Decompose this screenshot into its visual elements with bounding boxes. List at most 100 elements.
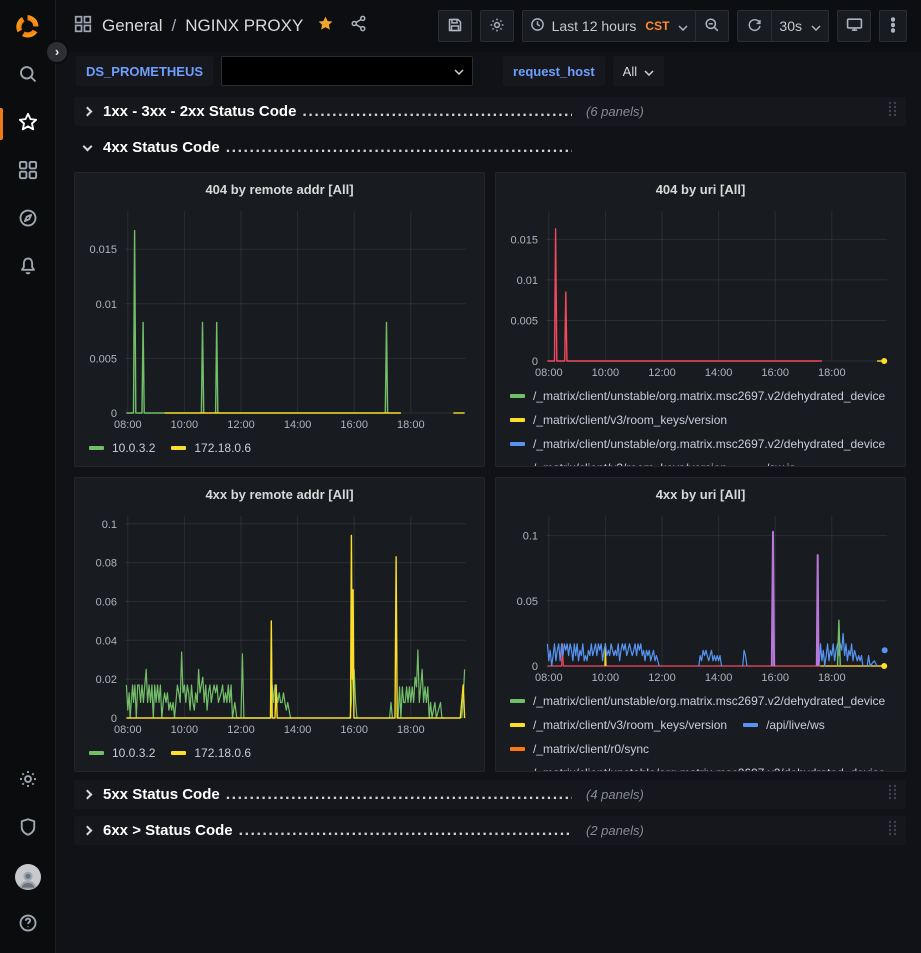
share-icon[interactable] xyxy=(350,15,367,37)
row-header-4xx[interactable]: 4xx Status Code xyxy=(74,133,906,162)
row-leader-dots xyxy=(302,103,572,121)
dashboard-canvas: 1xx - 3xx - 2xx Status Code (6 panels) 4… xyxy=(56,90,921,953)
drag-handle-icon[interactable] xyxy=(887,100,898,123)
legend-item[interactable]: /_matrix/client/unstable/org.matrix.msc2… xyxy=(510,689,885,713)
row-panel-count: (4 panels) xyxy=(586,787,644,802)
time-range-picker[interactable]: Last 12 hours CST xyxy=(522,10,696,42)
drag-handle-icon[interactable] xyxy=(887,783,898,806)
legend-swatch xyxy=(171,751,186,755)
cycle-view-mode-button[interactable] xyxy=(837,10,871,42)
legend-item[interactable]: 172.18.0.6 xyxy=(171,741,251,765)
svg-text:10:00: 10:00 xyxy=(171,724,199,736)
row-header-1xx-3xx-2xx[interactable]: 1xx - 3xx - 2xx Status Code (6 panels) xyxy=(74,97,906,126)
time-series-chart[interactable]: 08:0010:0012:0014:0016:0018:0000.050.1 xyxy=(504,508,897,684)
sidebar-item-dashboards[interactable] xyxy=(0,148,55,196)
panel-title[interactable]: 404 by remote addr [All] xyxy=(83,173,476,203)
row-title: 1xx - 3xx - 2xx Status Code xyxy=(103,103,296,120)
variable-label-ds-prometheus[interactable]: DS_PROMETHEUS xyxy=(76,56,213,86)
legend-item[interactable]: /_matrix/client/v3/room_keys/version xyxy=(510,456,727,466)
legend-item[interactable]: /_matrix/client/unstable/org.matrix.msc2… xyxy=(510,384,885,408)
refresh-interval-picker[interactable]: 30s xyxy=(771,10,829,42)
apps-grid-icon xyxy=(18,160,38,185)
sidebar-item-profile[interactable] xyxy=(0,853,55,901)
sidebar-item-help[interactable] xyxy=(0,901,55,949)
svg-text:0.1: 0.1 xyxy=(102,519,117,531)
svg-text:0.01: 0.01 xyxy=(517,275,538,287)
sidebar-item-server-admin[interactable] xyxy=(0,805,55,853)
tv-icon xyxy=(846,16,863,36)
legend-item[interactable]: /_matrix/client/v3/room_keys/version xyxy=(510,713,727,737)
legend-label: 10.0.3.2 xyxy=(112,746,155,760)
row-header-6xx[interactable]: 6xx > Status Code (2 panels) xyxy=(74,816,906,845)
kebab-menu-button[interactable] xyxy=(879,10,907,42)
legend-swatch xyxy=(510,442,525,446)
legend-label: /_matrix/client/v3/room_keys/version xyxy=(533,718,727,732)
legend-item[interactable]: /sw.js xyxy=(743,456,795,466)
time-controls: Last 12 hours CST xyxy=(522,10,730,42)
svg-text:18:00: 18:00 xyxy=(397,419,425,431)
svg-text:10:00: 10:00 xyxy=(592,672,620,684)
svg-text:0.06: 0.06 xyxy=(96,597,117,609)
svg-text:14:00: 14:00 xyxy=(705,672,733,684)
svg-text:16:00: 16:00 xyxy=(340,724,368,736)
zoom-out-icon xyxy=(704,17,720,36)
clock-icon xyxy=(530,17,545,35)
panel-title[interactable]: 4xx by uri [All] xyxy=(504,478,897,508)
variable-label-request-host[interactable]: request_host xyxy=(503,56,605,86)
save-icon xyxy=(447,17,463,36)
legend-item[interactable]: /_matrix/client/v3/room_keys/version xyxy=(510,408,727,432)
breadcrumb-folder[interactable]: General xyxy=(102,16,162,36)
legend-swatch xyxy=(89,446,104,450)
legend-item[interactable]: /_matrix/client/unstable/org.matrix.msc2… xyxy=(510,761,885,771)
svg-text:0.02: 0.02 xyxy=(96,674,117,686)
sidebar-item-alerting[interactable] xyxy=(0,244,55,292)
variable-value-request-host[interactable]: All xyxy=(613,56,664,86)
time-series-chart[interactable]: 08:0010:0012:0014:0016:0018:0000.0050.01… xyxy=(504,203,897,379)
legend-item[interactable]: /api/live/ws xyxy=(743,713,825,737)
row-title: 6xx > Status Code xyxy=(103,822,233,839)
row-leader-dots xyxy=(226,786,572,804)
svg-text:08:00: 08:00 xyxy=(114,724,142,736)
svg-text:16:00: 16:00 xyxy=(761,367,789,379)
sidebar-item-configuration[interactable] xyxy=(0,757,55,805)
legend-label: 172.18.0.6 xyxy=(194,746,251,760)
gear-icon xyxy=(489,17,505,36)
legend-swatch xyxy=(510,747,525,751)
row-header-5xx[interactable]: 5xx Status Code (4 panels) xyxy=(74,780,906,809)
page-title[interactable]: NGINX PROXY xyxy=(185,16,303,36)
variable-value-ds-prometheus[interactable] xyxy=(221,56,473,86)
gear-icon xyxy=(18,769,38,794)
refresh-button[interactable] xyxy=(737,10,771,42)
dashboard-settings-button[interactable] xyxy=(480,10,514,42)
legend-item[interactable]: 10.0.3.2 xyxy=(89,436,155,460)
drag-handle-icon[interactable] xyxy=(887,819,898,842)
legend-item[interactable]: /_matrix/client/unstable/org.matrix.msc2… xyxy=(510,432,885,456)
expand-sidebar-chevron[interactable]: › xyxy=(45,40,69,64)
chart-legend: 10.0.3.2 172.18.0.6 xyxy=(83,431,476,466)
legend-item[interactable]: /_matrix/client/r0/sync xyxy=(510,737,649,761)
legend-label: /api/live/ws xyxy=(766,718,825,732)
legend-item[interactable]: 172.18.0.6 xyxy=(171,436,251,460)
legend-swatch xyxy=(510,418,525,422)
sidebar-item-explore[interactable] xyxy=(0,196,55,244)
svg-text:14:00: 14:00 xyxy=(284,419,312,431)
panel-title[interactable]: 404 by uri [All] xyxy=(504,173,897,203)
search-icon xyxy=(18,64,38,89)
panel-title[interactable]: 4xx by remote addr [All] xyxy=(83,478,476,508)
sidebar-item-starred[interactable] xyxy=(0,100,55,148)
time-series-chart[interactable]: 08:0010:0012:0014:0016:0018:0000.0050.01… xyxy=(83,203,476,431)
zoom-out-time-button[interactable] xyxy=(695,10,729,42)
row-title: 4xx Status Code xyxy=(103,139,220,156)
row-left: 1xx - 3xx - 2xx Status Code xyxy=(80,103,572,121)
svg-text:18:00: 18:00 xyxy=(397,724,425,736)
star-filled-icon[interactable] xyxy=(317,15,334,37)
svg-text:14:00: 14:00 xyxy=(284,724,312,736)
legend-item[interactable]: 10.0.3.2 xyxy=(89,741,155,765)
legend-swatch xyxy=(510,394,525,398)
chevron-down-icon xyxy=(83,141,93,151)
panel-4xx-by-uri: 4xx by uri [All] 08:0010:0012:0014:0016:… xyxy=(495,477,906,772)
save-button[interactable] xyxy=(438,10,472,42)
row-leader-dots xyxy=(226,139,572,157)
legend-swatch xyxy=(171,446,186,450)
time-series-chart[interactable]: 08:0010:0012:0014:0016:0018:0000.020.040… xyxy=(83,508,476,736)
